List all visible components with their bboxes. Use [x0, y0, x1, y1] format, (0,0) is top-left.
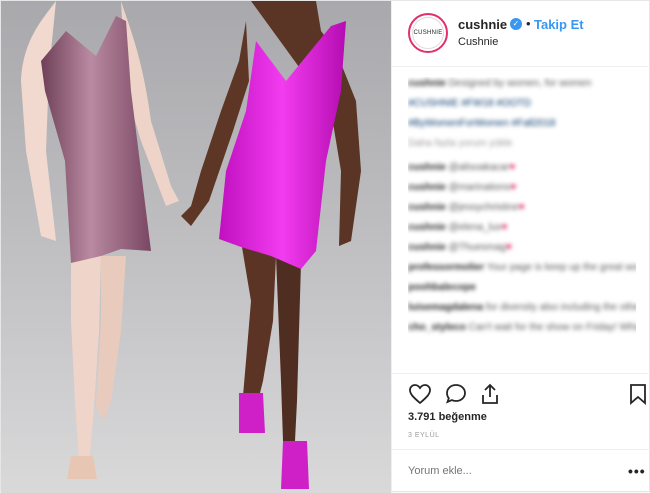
comment-username[interactable]: cushnie — [408, 222, 446, 233]
heart-emoji-icon: ♥ — [510, 182, 517, 193]
comment-item: cushnie @alisoakacar ♥ — [408, 161, 636, 175]
heart-emoji-icon: ♥ — [509, 162, 516, 173]
comment-username[interactable]: cushnie — [408, 78, 446, 89]
comment-text: Can't wait for the show on Friday! Which… — [468, 322, 636, 333]
heart-emoji-icon: ♥ — [518, 202, 525, 213]
heart-emoji-icon: ♥ — [505, 242, 512, 253]
comment-item: #CUSHNIE #FW18 #OOTD — [408, 97, 636, 111]
comment-text: @Thuesmag — [448, 242, 506, 253]
load-more-comments-link[interactable]: Daha fazla yorum yükle — [408, 137, 636, 151]
comment-text: Designed by women, for women — [448, 78, 592, 89]
comment-username[interactable]: professormolier — [408, 262, 484, 273]
comment-text: Daha fazla yorum yükle — [408, 138, 513, 149]
comment-item: cho_styleco Can't wait for the show on F… — [408, 321, 636, 335]
comment-text: Your page is keep up the great work! — [486, 262, 636, 273]
comment-item: cushnie Designed by women, for women — [408, 77, 636, 91]
verified-badge-icon: ✓ — [510, 18, 522, 30]
bookmark-icon[interactable] — [626, 382, 650, 406]
post-header: CUSHNIE cushnie ✓ • Takip Et Cushnie — [392, 1, 650, 67]
comment-item: cushnie @marinations ♥ — [408, 181, 636, 195]
comment-text: @jessychristine — [448, 202, 519, 213]
comment-item: #ByWomenForWomen #Fall2018 — [408, 117, 636, 131]
comment-username[interactable]: cho_styleco — [408, 322, 466, 333]
comment-text: for diversity also including the other d… — [485, 302, 636, 313]
add-comment-input[interactable] — [408, 465, 598, 477]
header-separator: • — [526, 16, 531, 31]
comment-item: cushnie @jessychristine ♥ — [408, 201, 636, 215]
comment-username[interactable]: poohbalecope — [408, 282, 476, 293]
more-options-icon[interactable]: ••• — [628, 463, 646, 479]
comment-username[interactable]: luisemagdalena — [408, 302, 483, 313]
comment-text: #CUSHNIE #FW18 #OOTD — [408, 98, 531, 109]
likes-count[interactable]: 3.791 beğenme — [408, 411, 487, 423]
post-side-panel: CUSHNIE cushnie ✓ • Takip Et Cushnie cus… — [391, 1, 650, 493]
heart-emoji-icon: ♥ — [501, 222, 508, 233]
post-date: 3 EYLÜL — [408, 432, 440, 439]
comment-item: professormolier Your page is keep up the… — [408, 261, 636, 275]
photo-illustration — [21, 1, 361, 489]
add-comment-bar: ••• — [392, 449, 650, 493]
post-photo[interactable] — [1, 1, 391, 493]
action-bar — [392, 373, 650, 413]
avatar[interactable]: CUSHNIE — [408, 13, 448, 53]
follow-button[interactable]: Takip Et — [534, 17, 584, 32]
instagram-post: CUSHNIE cushnie ✓ • Takip Et Cushnie cus… — [0, 0, 650, 493]
comment-text: @marinations — [448, 182, 511, 193]
comment-text: #ByWomenForWomen #Fall2018 — [408, 118, 556, 129]
comment-item: luisemagdalena for diversity also includ… — [408, 301, 636, 315]
comment-item: cushnie @elena_lux ♥ — [408, 221, 636, 235]
avatar-logo: CUSHNIE — [412, 17, 444, 49]
comment-username[interactable]: cushnie — [408, 182, 446, 193]
username-link[interactable]: cushnie — [458, 17, 507, 32]
comment-username[interactable]: cushnie — [408, 242, 446, 253]
comment-bubble-icon[interactable] — [444, 382, 468, 406]
comment-item: cushnie @Thuesmag ♥ — [408, 241, 636, 255]
location-link[interactable]: Cushnie — [458, 36, 498, 48]
comment-text: @alisoakacar — [448, 162, 510, 173]
comment-username[interactable]: cushnie — [408, 202, 446, 213]
comment-item: poohbalecope — [408, 281, 636, 295]
like-heart-icon[interactable] — [408, 382, 432, 406]
comment-username[interactable]: cushnie — [408, 162, 446, 173]
comment-text: @elena_lux — [448, 222, 502, 233]
share-icon[interactable] — [478, 382, 502, 406]
comments-list: cushnie Designed by women, for women #CUS… — [408, 77, 636, 377]
